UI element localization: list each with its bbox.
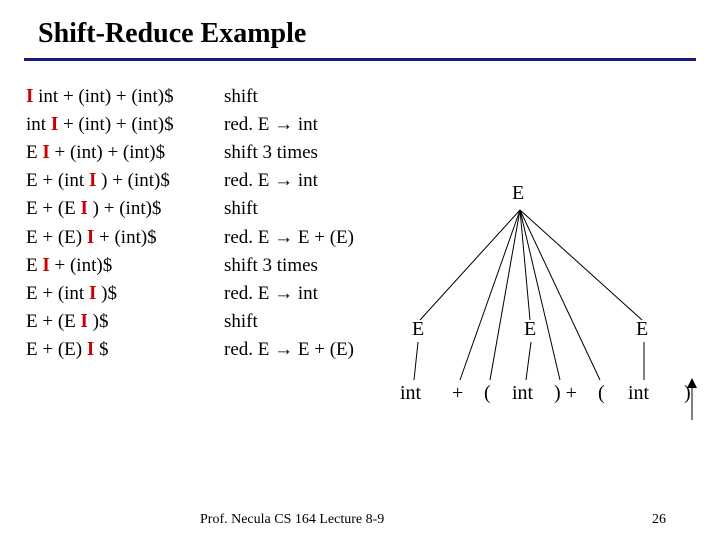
- config-row-3: E + (int I ) + (int)$: [26, 167, 224, 195]
- config-row-8: E + (E I )$: [26, 308, 224, 336]
- config-row-5: E + (E) I + (int)$: [26, 224, 224, 252]
- leaf-7: ): [684, 382, 691, 405]
- cursor-bar: I: [42, 251, 49, 281]
- action-row-3: red. E → int: [224, 167, 414, 195]
- action-row-0: shift: [224, 83, 414, 111]
- action-row-4: shift: [224, 195, 414, 223]
- config-row-4: E + (E I ) + (int)$: [26, 195, 224, 223]
- leaf-1: +: [452, 382, 463, 405]
- cursor-bar: I: [87, 335, 94, 365]
- config-row-6: E I + (int)$: [26, 252, 224, 280]
- leaf-6: int: [628, 382, 649, 405]
- leaf-2: (: [484, 382, 491, 405]
- tree-mid-1: E: [524, 318, 536, 341]
- action-row-1: red. E → int: [224, 111, 414, 139]
- action-row-7: red. E → int: [224, 280, 414, 308]
- parse-tree: E E E E int + ( int ) + ( int ): [400, 170, 710, 480]
- leaf-0: int: [400, 382, 421, 405]
- cursor-bar: I: [42, 139, 49, 169]
- cursor-bar: I: [26, 82, 33, 112]
- action-row-8: shift: [224, 308, 414, 336]
- leaf-4: ) +: [554, 382, 577, 405]
- footer-right: 26: [652, 512, 666, 528]
- tree-root: E: [512, 182, 524, 205]
- config-row-7: E + (int I )$: [26, 280, 224, 308]
- config-row-9: E + (E) I $: [26, 336, 224, 364]
- col-actions: shiftred. E → intshift 3 timesred. E → i…: [224, 83, 414, 364]
- config-row-2: E I + (int) + (int)$: [26, 139, 224, 167]
- slide-title: Shift-Reduce Example: [0, 0, 720, 58]
- cursor-bar: I: [89, 279, 96, 309]
- config-row-1: int I + (int) + (int)$: [26, 111, 224, 139]
- cursor-bar: I: [87, 223, 94, 253]
- leaf-5: (: [598, 382, 605, 405]
- tree-mid-2: E: [636, 318, 648, 341]
- tree-mid-0: E: [412, 318, 424, 341]
- action-row-5: red. E → E + (E): [224, 224, 414, 252]
- cursor-bar: I: [51, 110, 58, 140]
- action-row-9: red. E → E + (E): [224, 336, 414, 364]
- cursor-bar: I: [81, 307, 88, 337]
- cursor-bar: I: [89, 167, 96, 197]
- footer-left: Prof. Necula CS 164 Lecture 8-9: [200, 512, 384, 528]
- action-row-2: shift 3 times: [224, 139, 414, 167]
- config-row-0: I int + (int) + (int)$: [26, 83, 224, 111]
- col-configurations: I int + (int) + (int)$int I + (int) + (i…: [26, 83, 224, 364]
- cursor-bar: I: [81, 195, 88, 225]
- leaf-3: int: [512, 382, 533, 405]
- action-row-6: shift 3 times: [224, 252, 414, 280]
